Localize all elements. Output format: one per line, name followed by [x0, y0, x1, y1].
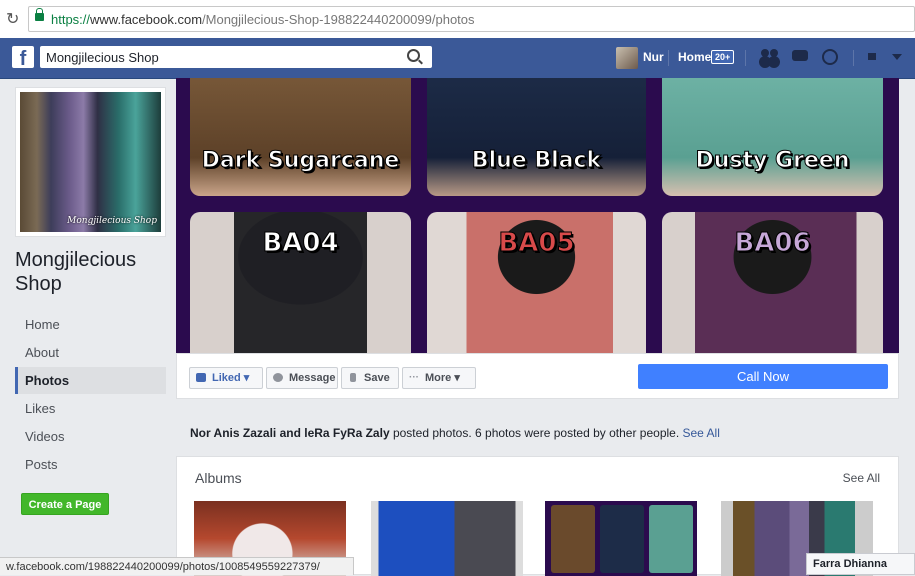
sidebar-item-label: Photos — [25, 373, 70, 388]
more-button[interactable]: ··· More ▾ — [402, 367, 476, 389]
cover-tile-ba04: BA04 — [190, 212, 411, 353]
see-all-link[interactable]: See All — [683, 426, 720, 440]
sidebar-item-posts[interactable]: Posts — [15, 451, 166, 478]
user-name-link[interactable]: Nur — [643, 50, 664, 64]
cover-tile-ba06: BA06 — [662, 212, 883, 353]
notifications-globe-icon[interactable] — [822, 49, 838, 65]
cover-tile-blue-black: Blue Black — [427, 78, 646, 196]
album-thumbnail[interactable] — [371, 501, 523, 576]
sidebar-item-likes[interactable]: Likes — [15, 395, 166, 422]
sidebar-item-home[interactable]: Home — [15, 311, 166, 338]
code-label: BA05 — [498, 228, 575, 259]
message-button[interactable]: Message — [266, 367, 338, 389]
call-now-button[interactable]: Call Now — [638, 364, 888, 389]
sidebar-item-label: Likes — [25, 401, 56, 416]
message-icon — [273, 373, 283, 382]
friend-requests-icon[interactable] — [759, 49, 779, 65]
cover-tile-ba05: BA05 — [427, 212, 646, 353]
reload-icon[interactable]: ↻ — [6, 9, 19, 29]
url-text: https://www.facebook.com/Mongjilecious-S… — [51, 12, 475, 27]
url-field[interactable]: https://www.facebook.com/Mongjilecious-S… — [28, 6, 915, 32]
posted-by-others-text: Nor Anis Zazali and leRa FyRa Zaly poste… — [190, 426, 720, 440]
sidebar-item-videos[interactable]: Videos — [15, 423, 166, 450]
poster-names[interactable]: Nor Anis Zazali and leRa FyRa Zaly — [190, 426, 390, 440]
message-label: Message — [289, 372, 336, 384]
page-action-bar: Liked ▾ Message Save ··· More ▾ Call Now — [176, 353, 899, 399]
profile-picture-image: Mongjilecious Shop — [20, 92, 161, 232]
home-link[interactable]: Home — [678, 50, 711, 64]
thumbs-up-icon — [196, 373, 206, 382]
search-value: Mongjilecious Shop — [46, 50, 159, 65]
posted-description: posted photos. 6 photos were posted by o… — [389, 426, 683, 440]
search-input[interactable]: Mongjilecious Shop — [40, 46, 432, 68]
facebook-logo-icon[interactable]: f — [12, 46, 34, 68]
bookmark-icon — [350, 373, 356, 382]
browser-status-url: w.facebook.com/198822440200099/photos/10… — [0, 557, 354, 575]
secure-lock-icon — [35, 8, 44, 21]
liked-label: Liked — [212, 372, 241, 384]
profile-picture-caption: Mongjilecious Shop — [67, 216, 157, 226]
save-label: Save — [364, 372, 390, 384]
color-label: Dark Sugarcane — [201, 148, 400, 174]
sidebar-item-label: Videos — [25, 429, 65, 444]
home-badge: 20+ — [711, 50, 735, 64]
create-page-button[interactable]: Create a Page — [21, 493, 109, 515]
sidebar-item-label: Posts — [25, 457, 58, 472]
facebook-top-bar: f Mongjilecious Shop Nur Home 20+ — [0, 38, 915, 79]
page-title[interactable]: Mongjilecious Shop — [15, 248, 175, 296]
cover-tile-dark-sugarcane: Dark Sugarcane — [190, 78, 411, 196]
profile-picture[interactable]: Mongjilecious Shop — [15, 87, 166, 237]
divider — [745, 50, 746, 66]
sidebar-item-photos[interactable]: Photos — [15, 367, 166, 394]
cover-tile-dusty-green: Dusty Green — [662, 78, 883, 196]
avatar[interactable] — [616, 47, 638, 69]
albums-see-all-link[interactable]: See All — [843, 471, 880, 485]
cover-photo[interactable]: Dark Sugarcane Blue Black Dusty Green BA… — [176, 78, 899, 353]
privacy-shortcuts-icon[interactable] — [868, 53, 876, 60]
more-dots-icon: ··· — [409, 372, 419, 383]
sidebar-item-label: About — [25, 345, 59, 360]
account-menu-chevron-down-icon[interactable] — [892, 54, 902, 60]
color-label: Blue Black — [471, 148, 602, 174]
sidebar-item-about[interactable]: About — [15, 339, 166, 366]
code-label: BA04 — [262, 228, 339, 259]
album-thumbnail[interactable] — [545, 501, 697, 576]
divider — [853, 50, 854, 66]
messages-icon[interactable] — [792, 49, 810, 65]
albums-heading: Albums — [195, 470, 242, 486]
sidebar-item-label: Home — [25, 317, 60, 332]
color-label: Dusty Green — [695, 148, 850, 174]
chat-tab[interactable]: Farra Dhianna — [806, 553, 915, 575]
search-icon[interactable] — [407, 49, 420, 62]
code-label: BA06 — [734, 228, 811, 259]
divider — [668, 50, 669, 66]
liked-button[interactable]: Liked ▾ — [189, 367, 263, 389]
save-button[interactable]: Save — [341, 367, 399, 389]
browser-address-bar: ↻ https://www.facebook.com/Mongjilecious… — [0, 0, 915, 39]
more-label: More — [425, 372, 452, 384]
